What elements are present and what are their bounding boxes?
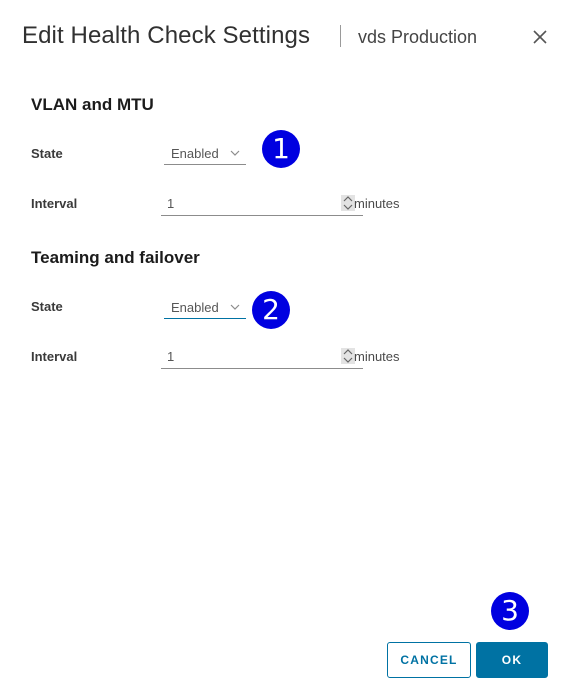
section-title-teaming-failover: Teaming and failover: [31, 248, 200, 267]
teaming-interval-label: Interval: [31, 349, 78, 364]
annotation-badge-3: 3: [491, 592, 529, 630]
vlan-interval-unit: minutes: [354, 196, 400, 211]
teaming-interval-unit: minutes: [354, 349, 400, 364]
teaming-interval-input[interactable]: 1: [161, 347, 363, 369]
title-divider: [340, 25, 341, 47]
vlan-interval-spinner[interactable]: [341, 195, 355, 211]
dialog-header: Edit Health Check Settings vds Productio…: [0, 0, 572, 76]
cancel-button[interactable]: CANCEL: [387, 642, 471, 678]
vlan-interval-label: Interval: [31, 196, 78, 211]
vlan-interval-value: 1: [167, 196, 175, 211]
spinner-arrows-icon: [343, 196, 353, 210]
spinner-arrows-icon: [343, 349, 353, 363]
chevron-down-icon: [230, 150, 240, 156]
vlan-state-label: State: [31, 146, 63, 161]
vlan-state-value: Enabled: [171, 146, 219, 161]
dialog-subtitle: vds Production: [358, 27, 478, 47]
teaming-state-value: Enabled: [171, 300, 219, 315]
ok-button[interactable]: OK: [476, 642, 548, 678]
teaming-state-label: State: [31, 299, 63, 314]
section-title-vlan-mtu: VLAN and MTU: [31, 95, 154, 114]
edit-health-check-dialog: Edit Health Check Settings vds Productio…: [0, 0, 572, 700]
chevron-down-icon: [230, 304, 240, 310]
dialog-title: Edit Health Check Settings: [22, 22, 311, 49]
teaming-interval-spinner[interactable]: [341, 348, 355, 364]
vlan-interval-input[interactable]: 1: [161, 194, 363, 216]
annotation-badge-1: 1: [262, 130, 300, 168]
teaming-interval-value: 1: [167, 349, 175, 364]
teaming-state-select[interactable]: Enabled: [164, 299, 246, 319]
annotation-badge-2: 2: [252, 291, 290, 329]
close-icon: [533, 30, 547, 44]
close-button[interactable]: [528, 25, 552, 49]
vlan-state-select[interactable]: Enabled: [164, 145, 246, 165]
